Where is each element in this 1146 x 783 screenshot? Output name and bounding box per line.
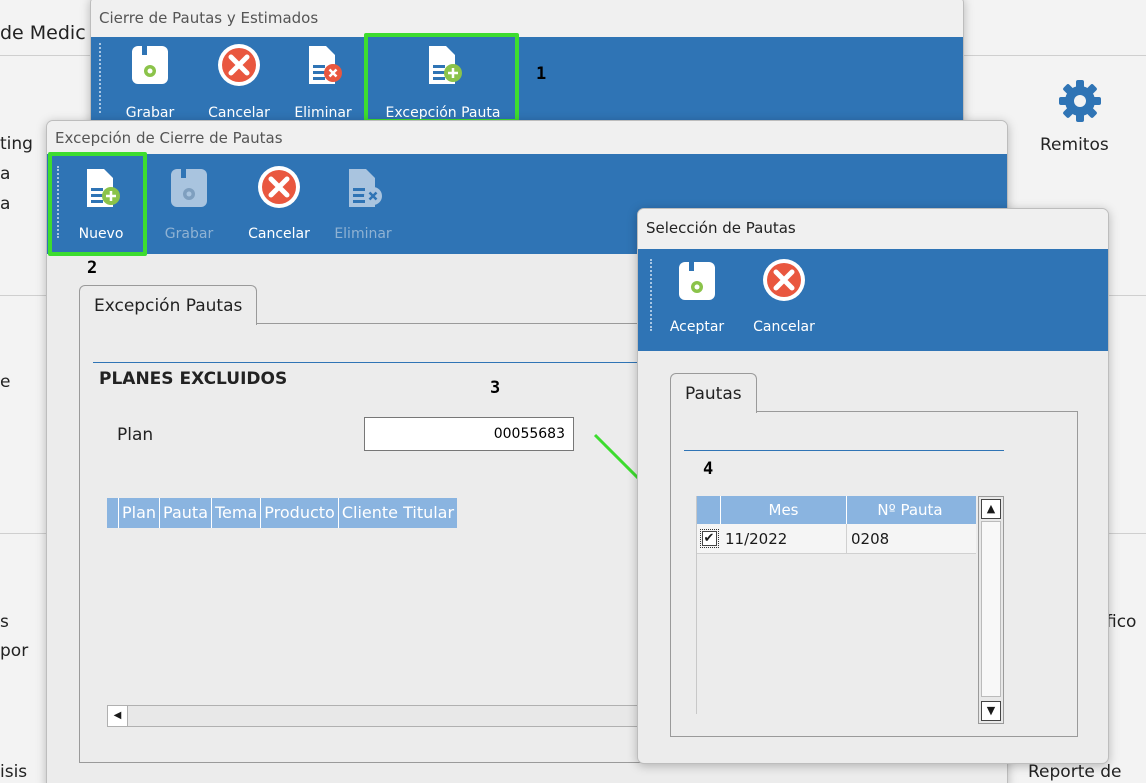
- toolbar: Aceptar Cancelar: [638, 249, 1108, 351]
- cancel-icon: [763, 259, 805, 301]
- cancelar-label: Cancelar: [208, 105, 270, 121]
- bg-text: Reporte de: [1028, 762, 1122, 782]
- cancelar-button[interactable]: Cancelar: [744, 249, 824, 335]
- save-icon: [679, 262, 715, 300]
- pautas-grid: Mes Nº Pauta ✔ 11/2022 0208: [696, 496, 976, 714]
- bg-text: a: [0, 194, 11, 214]
- delete-document-icon: [349, 169, 382, 207]
- column-header[interactable]: Cliente Titular: [339, 498, 457, 528]
- cell-mes: 11/2022: [721, 524, 847, 553]
- eliminar-label: Eliminar: [334, 226, 392, 242]
- plan-input[interactable]: [364, 417, 574, 451]
- scroll-left-button[interactable]: ◀: [108, 706, 128, 726]
- row-checkbox[interactable]: ✔: [699, 529, 719, 548]
- gear-icon: [1059, 80, 1101, 122]
- row-selector-header: [697, 496, 721, 524]
- grabar-button[interactable]: Grabar: [157, 154, 221, 244]
- remitos-button[interactable]: Remitos: [1030, 76, 1130, 158]
- window-title: Excepción de Cierre de Pautas: [47, 121, 1007, 154]
- eliminar-button[interactable]: Eliminar: [287, 37, 359, 121]
- bg-text: a: [0, 164, 11, 184]
- bg-text: fico: [1106, 612, 1137, 632]
- aceptar-label: Aceptar: [669, 319, 725, 335]
- row-selector-header: [107, 498, 119, 528]
- eliminar-button[interactable]: Eliminar: [327, 154, 399, 244]
- step-number: 4: [703, 459, 714, 479]
- horizontal-scrollbar[interactable]: ◀: [107, 705, 647, 727]
- bg-text: e: [0, 372, 11, 392]
- cancelar-label: Cancelar: [753, 319, 815, 335]
- grabar-label: Grabar: [164, 226, 214, 242]
- column-header[interactable]: Pauta: [160, 498, 212, 528]
- bg-text: ting: [0, 134, 33, 154]
- column-header-mes[interactable]: Mes: [721, 496, 847, 524]
- cancel-icon: [218, 44, 260, 86]
- vertical-scrollbar[interactable]: ▲ ▼: [978, 496, 1004, 724]
- highlight-box: [48, 152, 147, 256]
- bg-text: s: [0, 612, 9, 632]
- column-header[interactable]: Producto: [261, 498, 339, 528]
- scroll-thumb[interactable]: [981, 521, 1001, 697]
- cancelar-button[interactable]: Cancelar: [199, 37, 279, 121]
- save-icon: [171, 169, 207, 207]
- tab-excepcion-pautas[interactable]: Excepción Pautas: [79, 285, 258, 325]
- scroll-down-button[interactable]: ▼: [981, 701, 1001, 721]
- tab-label: Excepción Pautas: [94, 296, 243, 316]
- cierre-pautas-window: Cierre de Pautas y Estimados Grabar Canc…: [90, 0, 964, 136]
- bg-text: por: [0, 641, 29, 661]
- tab-pautas[interactable]: Pautas: [670, 373, 757, 413]
- excluded-grid-header: Plan Pauta Tema Producto Cliente Titular: [107, 498, 458, 528]
- window-title: Cierre de Pautas y Estimados: [91, 0, 963, 37]
- window-title: Selección de Pautas: [638, 209, 1108, 249]
- table-row[interactable]: ✔ 11/2022 0208: [697, 524, 976, 554]
- plan-label: Plan: [117, 425, 154, 445]
- remitos-label: Remitos: [1040, 135, 1109, 155]
- grid-header: Mes Nº Pauta: [697, 496, 976, 524]
- section-title: PLANES EXCLUIDOS: [99, 369, 288, 389]
- row-checkbox-cell: ✔: [697, 524, 721, 553]
- save-icon: [132, 46, 168, 84]
- toolbar-grip: [99, 43, 102, 113]
- background-title: de Medic: [0, 22, 86, 44]
- column-header-pauta[interactable]: Nº Pauta: [847, 496, 973, 524]
- cell-pauta: 0208: [851, 530, 890, 548]
- tab-label: Pautas: [685, 384, 742, 404]
- aceptar-button[interactable]: Aceptar: [662, 249, 732, 335]
- column-header[interactable]: Tema: [212, 498, 262, 528]
- bg-text: isis: [0, 762, 28, 782]
- grabar-button[interactable]: Grabar: [115, 37, 185, 121]
- step-number: 1: [536, 64, 547, 84]
- toolbar-grip: [650, 259, 653, 331]
- section-divider: [684, 450, 1004, 451]
- step-number: 3: [490, 378, 501, 398]
- scroll-up-button[interactable]: ▲: [981, 499, 1001, 519]
- eliminar-label: Eliminar: [294, 105, 352, 121]
- column-header[interactable]: Plan: [119, 498, 161, 528]
- cancelar-label: Cancelar: [248, 226, 310, 242]
- grabar-label: Grabar: [125, 105, 175, 121]
- cancelar-button[interactable]: Cancelar: [239, 154, 319, 244]
- seleccion-pautas-window: Selección de Pautas Aceptar Cancelar Pau…: [637, 208, 1109, 764]
- cancel-icon: [258, 166, 300, 208]
- step-number: 2: [87, 258, 98, 278]
- highlight-box: [364, 33, 519, 123]
- delete-document-icon: [309, 46, 342, 84]
